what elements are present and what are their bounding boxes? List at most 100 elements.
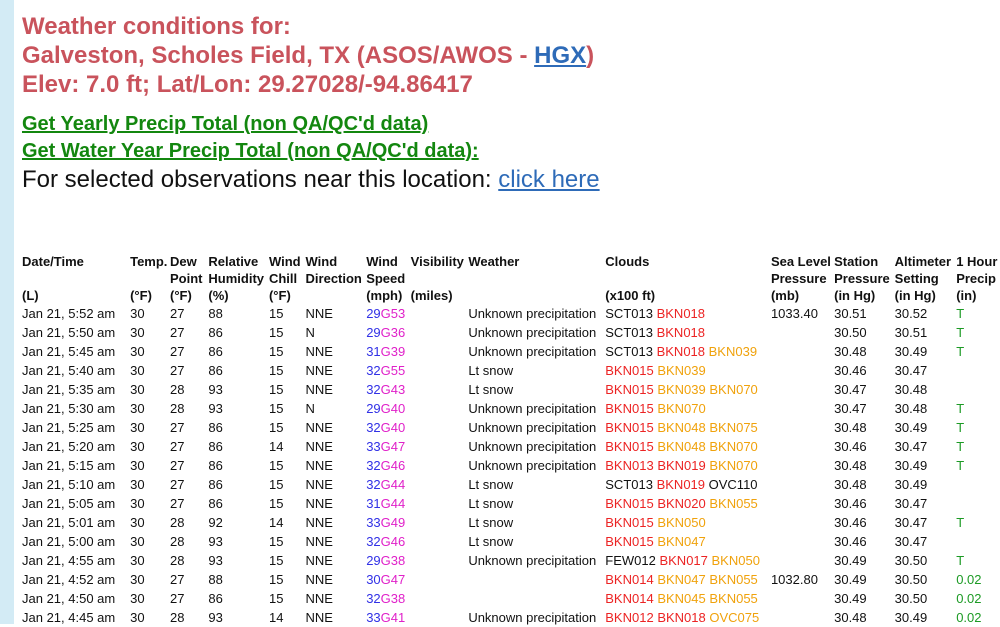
observations-text: For selected observations near this loca…: [22, 166, 499, 193]
cell-station-pressure: 30.47: [834, 382, 867, 397]
wind-speed-value: 29: [366, 553, 381, 568]
cell-precip: 0.02: [956, 591, 982, 606]
cell-relative-humidity: 86: [208, 439, 223, 454]
table-row: Jan 21, 5:30 am 30 28 93 15 N 29G40 Unknown pre…: [22, 399, 1000, 418]
cell-wind-direction: NNE: [305, 591, 333, 606]
header-temperature: Temp. (°F): [130, 253, 170, 304]
cell-wind-chill: 15: [268, 591, 284, 606]
table-row: Jan 21, 5:01 am 30 28 92 14 NNE 33G49 Lt snow BK…: [22, 513, 1000, 532]
cell-date-time: Jan 21, 5:25 am: [22, 420, 116, 435]
cell-visibility: [411, 342, 469, 361]
cell-temperature: 30: [130, 458, 145, 473]
cell-altimeter-setting: 30.49: [894, 420, 928, 435]
water-year-precip-link[interactable]: Get Water Year Precip Total (non QA/QC'd…: [22, 140, 479, 163]
wind-speed-value: 32: [366, 591, 381, 606]
cell-station-pressure: 30.46: [834, 439, 867, 454]
header-line: Setting: [894, 271, 939, 286]
cell-dew-point: 28: [170, 534, 185, 549]
cell-relative-humidity: 88: [208, 572, 223, 587]
wind-speed-value: 33: [366, 610, 381, 625]
cloud-layer: BKN055: [709, 496, 758, 511]
cell-visibility: [411, 608, 469, 627]
cell-wind-chill: 15: [268, 477, 284, 492]
cell-wind-direction: NNE: [305, 344, 333, 359]
cloud-layer: BKN015: [605, 439, 654, 454]
cell-altimeter-setting: 30.47: [894, 515, 928, 530]
cell-dew-point: 28: [170, 382, 185, 397]
cell-date-time: Jan 21, 5:50 am: [22, 325, 116, 340]
cell-relative-humidity: 93: [208, 401, 223, 416]
wind-speed-value: 31: [366, 344, 381, 359]
cell-visibility: [411, 551, 469, 570]
yearly-precip-link[interactable]: Get Yearly Precip Total (non QA/QC'd dat…: [22, 113, 428, 136]
cell-precip: T: [956, 439, 965, 454]
cell-wind-chill: 15: [268, 382, 284, 397]
header-line: (°F): [268, 288, 291, 303]
cloud-layer: OVC110: [708, 477, 758, 492]
cell-station-pressure: 30.46: [834, 496, 867, 511]
cell-station-pressure: 30.51: [834, 306, 867, 321]
cell-sea-level-pressure: [771, 437, 834, 456]
cell-wind-direction: NNE: [305, 439, 333, 454]
header-line: (°F): [170, 288, 192, 303]
wind-speed-value: 29: [366, 325, 381, 340]
header-line: Altimeter: [894, 254, 952, 269]
cell-clouds: BKN015 BKN020 BKN055: [605, 494, 771, 513]
cell-altimeter-setting: 30.48: [894, 382, 928, 397]
cell-visibility: [411, 570, 469, 589]
left-side-bar: [0, 0, 14, 624]
cell-wind-speed: 29G36: [366, 323, 410, 342]
table-row: Jan 21, 5:20 am 30 27 86 14 NNE 33G47 Unknown p…: [22, 437, 1000, 456]
cell-date-time: Jan 21, 5:15 am: [22, 458, 116, 473]
header-line: Station: [834, 254, 879, 269]
cell-sea-level-pressure: [771, 589, 834, 608]
wind-gust-value: G47: [380, 439, 406, 454]
cell-visibility: [411, 361, 469, 380]
wind-gust-value: G44: [380, 496, 406, 511]
table-row: Jan 21, 5:50 am 30 27 86 15 N 29G36 Unknown pre…: [22, 323, 1000, 342]
cell-precip: [956, 494, 1000, 513]
cloud-layer: BKN039: [708, 344, 758, 359]
cloud-layer: BKN013: [605, 458, 654, 473]
cell-clouds: BKN015 BKN039: [605, 361, 771, 380]
cell-clouds: BKN015 BKN048 BKN075: [605, 418, 771, 437]
cell-weather: Lt snow: [468, 363, 514, 378]
cloud-layer: BKN018: [657, 610, 706, 625]
cell-relative-humidity: 86: [208, 458, 223, 473]
cell-weather: [468, 589, 605, 608]
cell-precip: [956, 532, 1000, 551]
cell-sea-level-pressure: [771, 418, 834, 437]
hgx-link[interactable]: HGX: [534, 42, 586, 69]
table-row: Jan 21, 4:55 am 30 28 93 15 NNE 29G38 Unknown p…: [22, 551, 1000, 570]
header-line: [605, 270, 769, 287]
cell-temperature: 30: [130, 496, 145, 511]
click-here-link[interactable]: click here: [498, 166, 599, 193]
cell-wind-chill: 15: [268, 344, 284, 359]
table-row: Jan 21, 5:05 am 30 27 86 15 NNE 31G44 Lt snow BK…: [22, 494, 1000, 513]
cell-wind-chill: 15: [268, 572, 284, 587]
cell-clouds: BKN015 BKN048 BKN070: [605, 437, 771, 456]
cell-weather: Unknown precipitation: [468, 610, 597, 625]
cell-precip: T: [956, 325, 965, 340]
cell-weather: Unknown precipitation: [468, 306, 597, 321]
header-line: (in Hg): [894, 288, 936, 303]
wind-speed-value: 32: [366, 458, 381, 473]
cell-precip: [956, 361, 1000, 380]
cell-wind-direction: NNE: [305, 610, 333, 625]
wind-speed-value: 32: [366, 382, 381, 397]
cloud-layer: BKN070: [709, 458, 758, 473]
cell-dew-point: 27: [170, 420, 185, 435]
cloud-layer: BKN015: [605, 534, 654, 549]
cloud-layer: BKN015: [605, 382, 654, 397]
cell-sea-level-pressure: [771, 361, 834, 380]
header-line: Point: [170, 271, 203, 286]
cloud-layer: BKN019: [656, 477, 706, 492]
wind-gust-value: G46: [380, 458, 406, 473]
cell-visibility: [411, 304, 469, 323]
cell-wind-direction: NNE: [305, 572, 333, 587]
cell-temperature: 30: [130, 363, 145, 378]
cloud-layer: BKN015: [605, 515, 654, 530]
cell-precip: T: [956, 401, 965, 416]
cell-relative-humidity: 93: [208, 382, 223, 397]
cell-weather: Unknown precipitation: [468, 344, 597, 359]
